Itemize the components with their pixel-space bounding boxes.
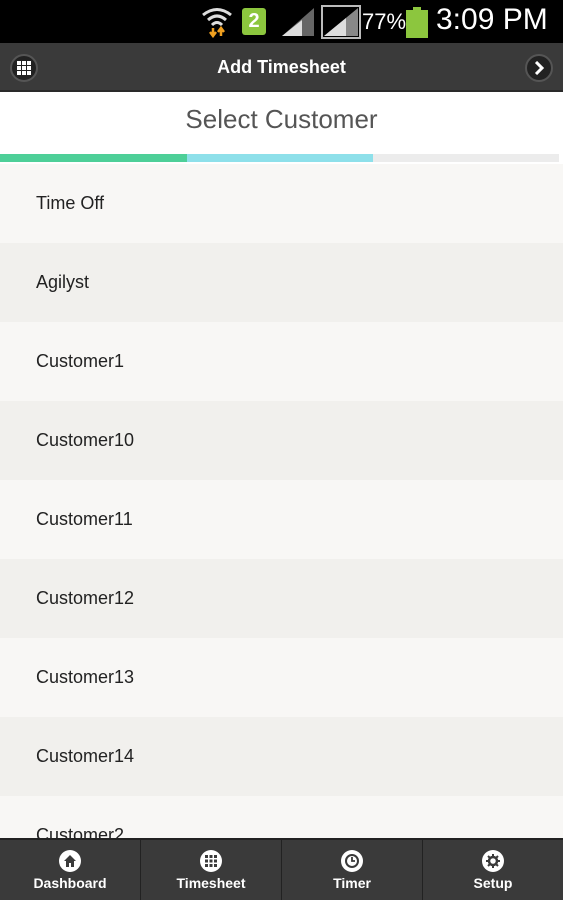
nav-dashboard[interactable]: Dashboard: [0, 840, 141, 900]
clock-time: 3:09 PM: [436, 3, 548, 36]
nav-timer[interactable]: Timer: [282, 840, 423, 900]
progress-step-2: [187, 154, 373, 162]
signal-icon: [321, 5, 361, 39]
list-item[interactable]: Customer10: [0, 401, 563, 480]
status-bar: 2 77% 3:09 PM: [0, 0, 563, 43]
main-content: Select Customer Time Off Agilyst Custome…: [0, 92, 563, 838]
battery-icon: [406, 7, 428, 38]
wifi-icon: [202, 8, 232, 38]
next-button[interactable]: [525, 54, 553, 82]
nav-setup[interactable]: Setup: [423, 840, 563, 900]
nav-label: Timesheet: [176, 874, 246, 891]
customer-list: Time Off Agilyst Customer1 Customer10 Cu…: [0, 164, 563, 838]
clock-icon: [341, 849, 363, 872]
nav-label: Dashboard: [33, 874, 107, 891]
list-item[interactable]: Customer2: [0, 796, 563, 838]
app-header: Add Timesheet: [0, 43, 563, 92]
page-title: Select Customer: [185, 104, 378, 134]
list-item[interactable]: Customer1: [0, 322, 563, 401]
bottom-nav: Dashboard Timesheet Timer Setup: [0, 838, 563, 900]
list-item[interactable]: Customer11: [0, 480, 563, 559]
list-item[interactable]: Time Off: [0, 164, 563, 243]
step-progress-bar: [0, 154, 559, 164]
nav-label: Setup: [473, 874, 513, 891]
signal-icon: [282, 8, 314, 36]
progress-step-3: [373, 154, 559, 162]
list-item[interactable]: Agilyst: [0, 243, 563, 322]
nav-timesheet[interactable]: Timesheet: [141, 840, 282, 900]
home-icon: [59, 849, 81, 872]
header-title: Add Timesheet: [217, 57, 346, 77]
grid-icon: [200, 849, 222, 872]
list-item[interactable]: Customer13: [0, 638, 563, 717]
nav-label: Timer: [333, 874, 371, 891]
gear-icon: [482, 849, 504, 872]
list-item[interactable]: Customer14: [0, 717, 563, 796]
progress-step-1: [0, 154, 187, 162]
chevron-right-icon: [534, 61, 545, 75]
notification-icon: 2: [242, 8, 266, 35]
battery-percent: 77%: [362, 9, 407, 34]
list-item[interactable]: Customer12: [0, 559, 563, 638]
